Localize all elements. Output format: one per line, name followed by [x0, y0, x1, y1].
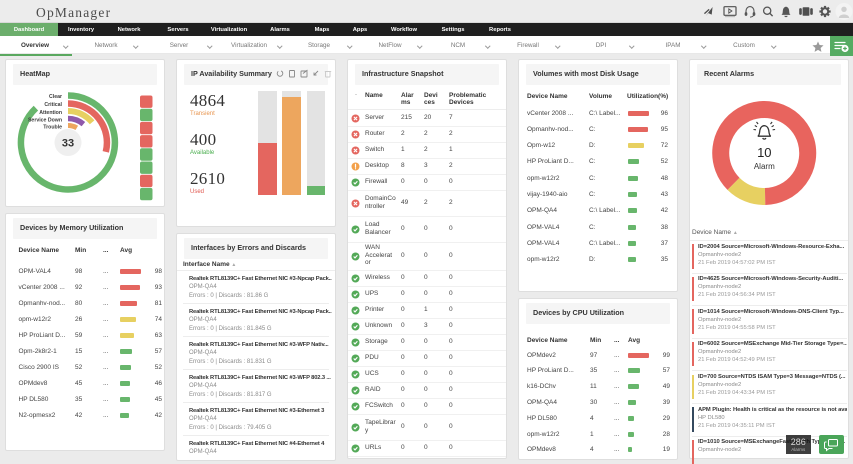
svg-text:Trouble: Trouble	[43, 125, 62, 131]
svg-text:Clear: Clear	[49, 94, 62, 100]
svg-text:Attention: Attention	[39, 110, 62, 116]
svg-text:Alarm: Alarm	[754, 162, 775, 171]
svg-text:33: 33	[62, 138, 74, 150]
svg-text:Critical: Critical	[44, 102, 62, 108]
svg-text:10: 10	[757, 145, 771, 160]
svg-text:Service Down: Service Down	[28, 118, 62, 124]
